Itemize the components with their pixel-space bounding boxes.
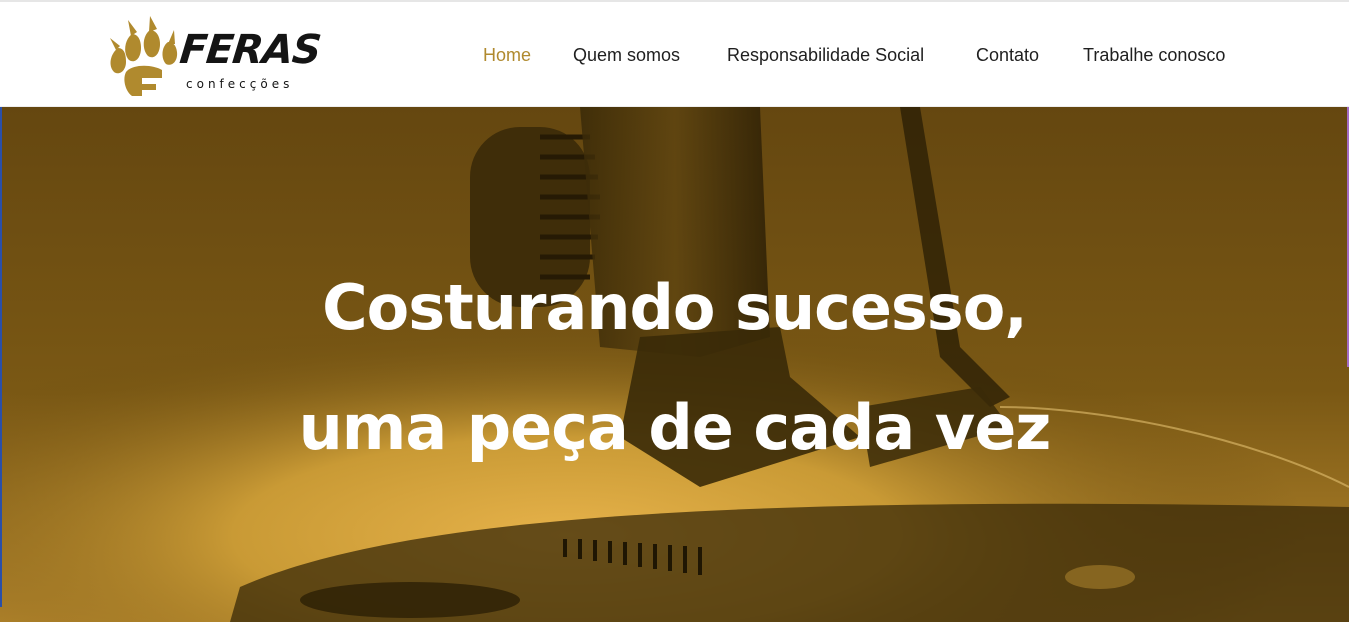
- brand-tagline: confecções: [186, 77, 294, 91]
- hero-title-line-2: uma peça de cada vez: [298, 391, 1052, 464]
- sewing-machine-image: [0, 107, 1349, 622]
- hero-banner: Costurando sucesso, uma peça de cada vez: [0, 107, 1349, 622]
- nav-item-responsabilidade-social[interactable]: Responsabilidade Social: [727, 44, 924, 66]
- hero-title-line-1: Costurando sucesso,: [322, 271, 1028, 344]
- nav-item-quem-somos[interactable]: Quem somos: [573, 44, 680, 66]
- nav-item-trabalhe-conosco[interactable]: Trabalhe conosco: [1083, 44, 1225, 66]
- site-header: FERAS confecções Home Quem somos Respons…: [0, 2, 1349, 107]
- nav-item-home[interactable]: Home: [483, 44, 531, 66]
- main-nav: Home Quem somos Responsabilidade Social …: [0, 44, 1349, 68]
- left-edge-accent: [0, 107, 2, 607]
- nav-item-contato[interactable]: Contato: [976, 44, 1039, 66]
